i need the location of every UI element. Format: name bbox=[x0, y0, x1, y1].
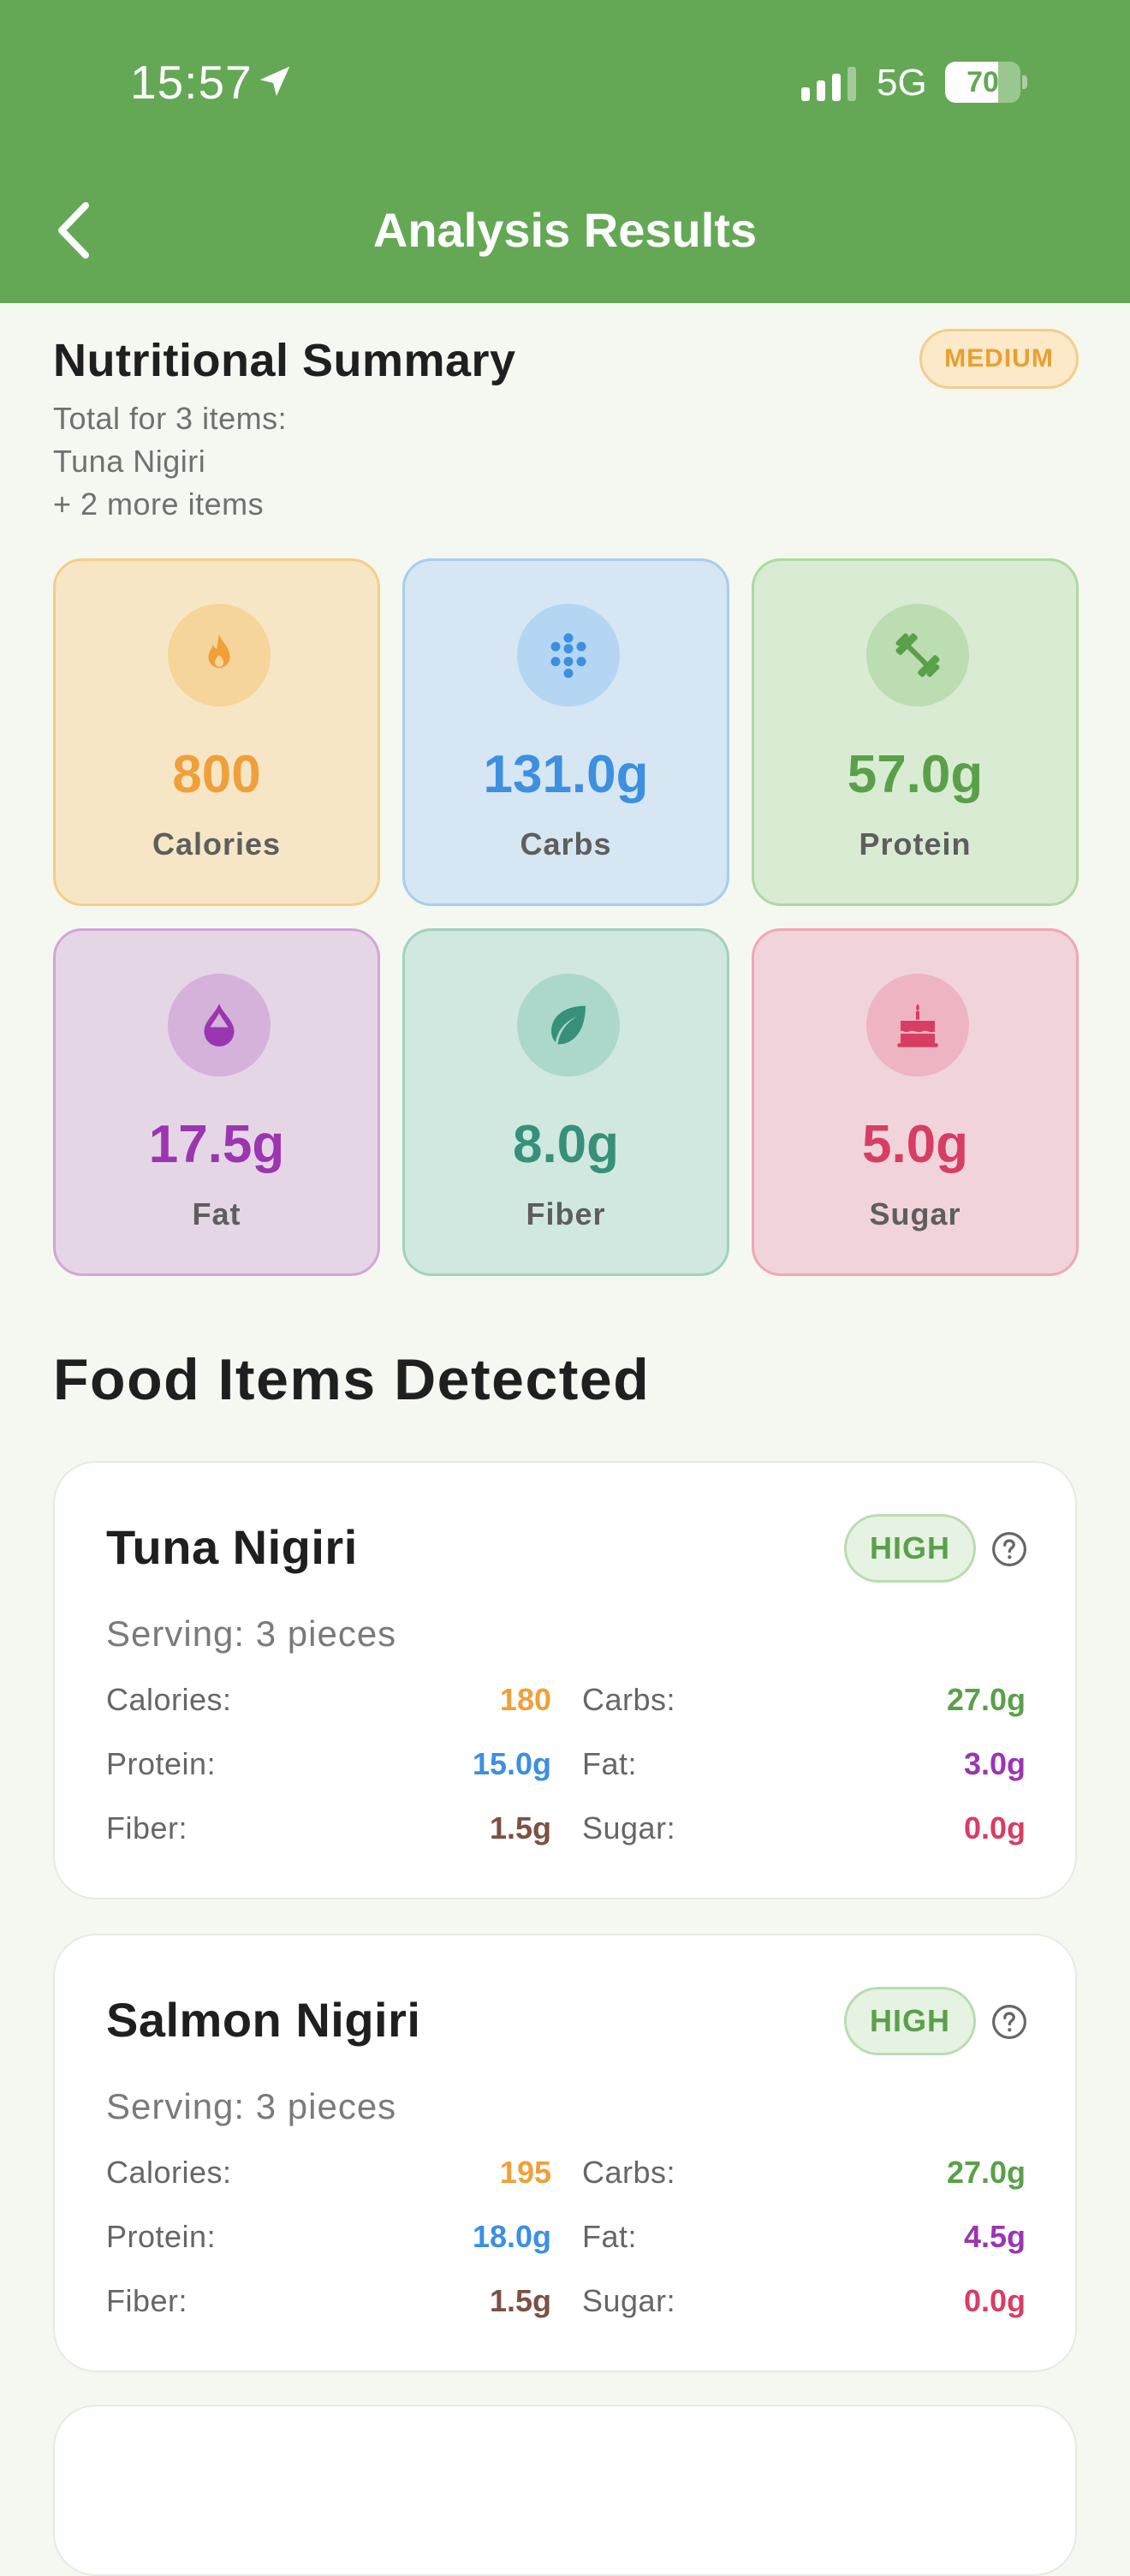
protein-label: Protein: bbox=[106, 1746, 217, 1781]
summary-total-line: Total for 3 items: bbox=[53, 401, 288, 436]
food-items-title: Food Items Detected bbox=[53, 1347, 651, 1412]
dumbbell-icon bbox=[895, 633, 940, 677]
confidence-badge: MEDIUM bbox=[919, 329, 1079, 389]
confidence-badge: HIGH bbox=[844, 1514, 976, 1583]
fat-value: 17.5g bbox=[148, 1115, 285, 1174]
grain-icon bbox=[550, 633, 586, 678]
carbs-label: Carbs: bbox=[582, 1682, 676, 1717]
sugar-value: 5.0g bbox=[861, 1115, 969, 1174]
fiber-label: Fiber: bbox=[106, 2283, 188, 2318]
calories-value: 800 bbox=[172, 745, 261, 804]
fiber-value: 1.5g bbox=[489, 1810, 551, 1846]
protein-value: 57.0g bbox=[847, 745, 984, 804]
calories-value: 180 bbox=[499, 1682, 551, 1717]
location-arrow-icon bbox=[259, 66, 290, 97]
carbs-value: 131.0g bbox=[483, 745, 649, 804]
fat-value: 4.5g bbox=[963, 2219, 1026, 2254]
sugar-label: Sugar: bbox=[582, 2283, 676, 2318]
fat-tile: 17.5g Fat bbox=[53, 928, 380, 1276]
serving-size: Serving: 3 pieces bbox=[106, 2086, 397, 2126]
fiber-label: Fiber bbox=[526, 1196, 606, 1231]
fiber-label: Fiber: bbox=[106, 1810, 188, 1846]
fiber-value: 8.0g bbox=[512, 1115, 620, 1174]
help-circle-icon[interactable] bbox=[991, 1531, 1027, 1567]
fat-label: Fat bbox=[192, 1196, 241, 1231]
summary-first-item: Tuna Nigiri bbox=[53, 444, 206, 479]
flame-icon bbox=[208, 634, 230, 668]
droplet-icon bbox=[204, 1004, 235, 1046]
food-item-name: Salmon Nigiri bbox=[106, 1993, 421, 2047]
fat-label: Fat: bbox=[582, 2219, 638, 2254]
cellular-signal-icon bbox=[801, 67, 856, 101]
sugar-value: 0.0g bbox=[963, 1810, 1026, 1846]
fat-value: 3.0g bbox=[963, 1746, 1026, 1781]
calories-label: Calories: bbox=[106, 1682, 232, 1717]
sugar-value: 0.0g bbox=[963, 2283, 1026, 2318]
protein-tile: 57.0g Protein bbox=[752, 558, 1079, 906]
fiber-value: 1.5g bbox=[489, 2283, 551, 2318]
network-type: 5G bbox=[877, 62, 927, 104]
help-circle-icon[interactable] bbox=[991, 2004, 1027, 2040]
status-time: 15:57 bbox=[130, 56, 253, 109]
protein-label: Protein bbox=[859, 826, 972, 862]
sugar-label: Sugar: bbox=[582, 1810, 676, 1846]
sugar-tile: 5.0g Sugar bbox=[752, 928, 1079, 1276]
summary-title: Nutritional Summary bbox=[53, 335, 516, 386]
fat-label: Fat: bbox=[582, 1746, 638, 1781]
battery-level: 70 bbox=[966, 66, 999, 98]
status-bar: 15:57 5G 70 bbox=[0, 0, 1130, 171]
page-title: Analysis Results bbox=[372, 203, 758, 257]
food-item-card[interactable] bbox=[53, 2405, 1077, 2576]
calories-label: Calories bbox=[152, 826, 282, 862]
protein-value: 15.0g bbox=[472, 1746, 551, 1781]
carbs-tile: 131.0g Carbs bbox=[402, 558, 729, 906]
food-item-card[interactable]: Tuna Nigiri HIGH Serving: 3 pieces Calor… bbox=[53, 1461, 1077, 1899]
cake-icon bbox=[897, 1004, 938, 1047]
confidence-badge: HIGH bbox=[844, 1987, 976, 2055]
protein-label: Protein: bbox=[106, 2219, 217, 2254]
app-header: 15:57 5G 70 Analysis Results bbox=[0, 0, 1130, 303]
food-item-name: Tuna Nigiri bbox=[106, 1520, 358, 1574]
serving-size: Serving: 3 pieces bbox=[106, 1613, 397, 1654]
fiber-tile: 8.0g Fiber bbox=[402, 928, 729, 1276]
leaf-icon bbox=[551, 1005, 586, 1045]
battery-indicator: 70 bbox=[945, 62, 1027, 103]
carbs-label: Carbs bbox=[520, 826, 612, 862]
carbs-label: Carbs: bbox=[582, 2155, 676, 2190]
calories-value: 195 bbox=[499, 2155, 551, 2190]
food-item-card[interactable]: Salmon Nigiri HIGH Serving: 3 pieces Cal… bbox=[53, 1934, 1077, 2372]
sugar-label: Sugar bbox=[869, 1196, 961, 1231]
carbs-value: 27.0g bbox=[946, 1682, 1026, 1717]
calories-label: Calories: bbox=[106, 2155, 232, 2190]
carbs-value: 27.0g bbox=[946, 2155, 1026, 2190]
protein-value: 18.0g bbox=[472, 2219, 551, 2254]
calories-tile: 800 Calories bbox=[53, 558, 380, 906]
summary-more-items: + 2 more items bbox=[53, 486, 265, 522]
